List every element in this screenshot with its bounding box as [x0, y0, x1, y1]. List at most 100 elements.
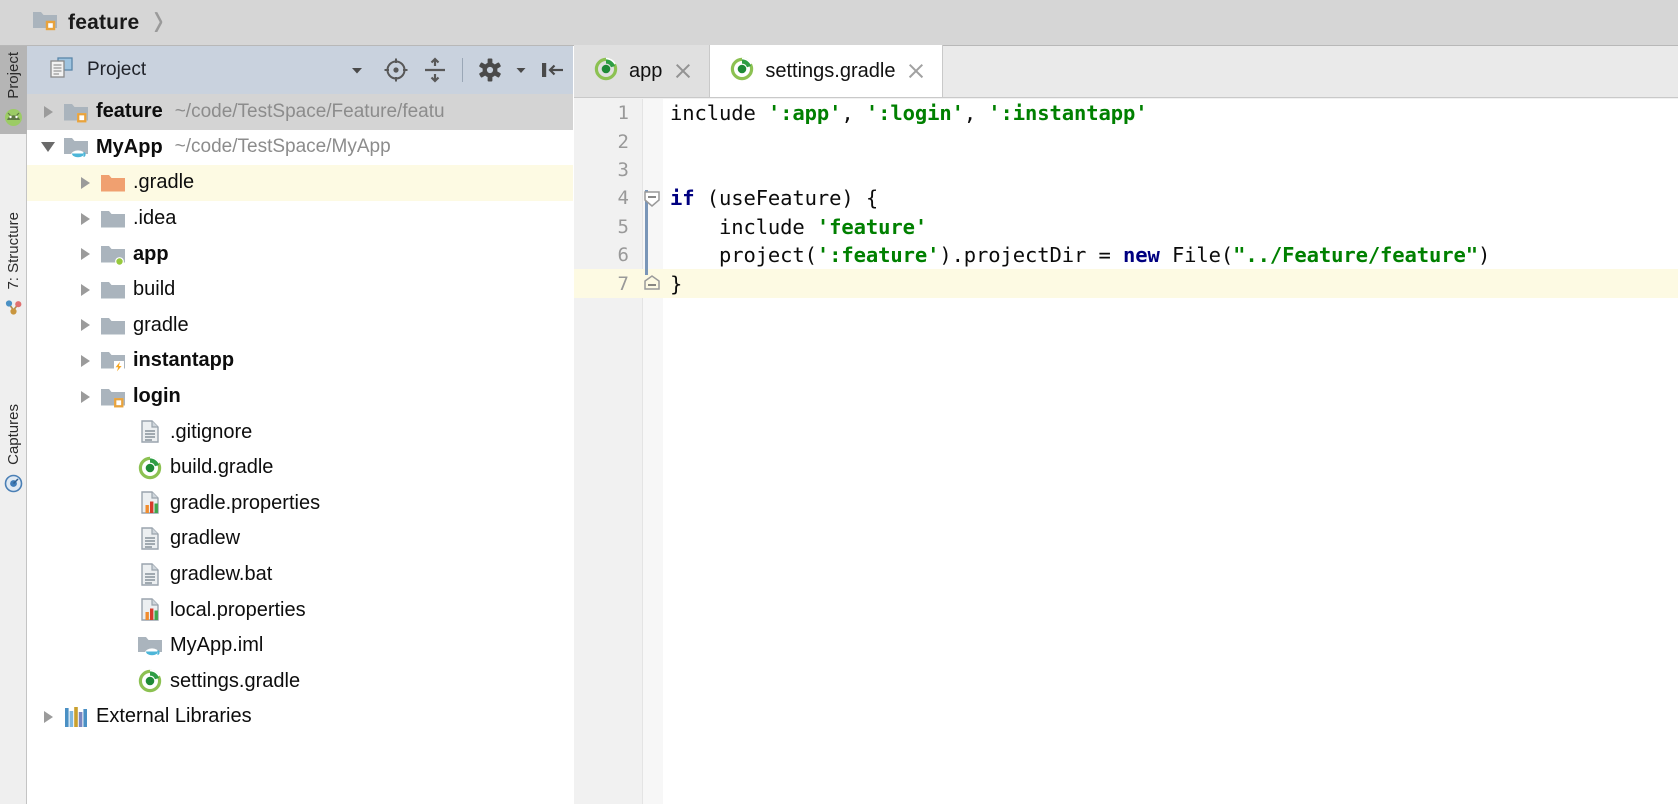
text-file-icon: [135, 420, 165, 444]
tree-expand-toggle[interactable]: [35, 105, 61, 118]
gray-folder-icon: [98, 278, 128, 301]
chevron-down-small-icon[interactable]: [514, 55, 528, 85]
sidebar-item-captures-label: Captures: [5, 404, 22, 465]
line-number: 4: [617, 187, 629, 210]
tree-row[interactable]: gradlew.bat: [27, 557, 573, 593]
fold-collapse-marker[interactable]: [641, 187, 663, 209]
tree-row[interactable]: feature ~/code/TestSpace/Feature/featu: [27, 94, 573, 130]
code-line: 7}: [574, 269, 1678, 298]
tree-row-label: build.gradle: [170, 456, 274, 479]
tree-expand-toggle[interactable]: [72, 176, 98, 189]
ide-window: feature › Project 7: Structure Captures …: [0, 0, 1678, 804]
hide-left-icon[interactable]: [537, 55, 567, 85]
project-panel-title: Project: [87, 59, 147, 80]
editor-tab-label: app: [629, 59, 663, 82]
line-number: 3: [617, 158, 629, 181]
tree-row[interactable]: External Libraries: [27, 699, 573, 735]
sidebar-item-captures[interactable]: Captures: [0, 398, 27, 500]
line-code: }: [670, 271, 683, 296]
tree-row[interactable]: build: [27, 272, 573, 308]
tree-expand-toggle[interactable]: [72, 248, 98, 261]
gradle-file-icon: [730, 57, 754, 86]
tree-row-label: gradle: [133, 313, 189, 336]
module-folder-icon: [61, 100, 91, 124]
tree-row-label: External Libraries: [96, 705, 252, 728]
chevron-right-icon: [80, 212, 90, 225]
tree-row[interactable]: gradle.properties: [27, 486, 573, 522]
tree-row[interactable]: login: [27, 379, 573, 415]
chevron-down-icon: [41, 142, 55, 153]
tree-row[interactable]: app: [27, 236, 573, 272]
tree-expand-toggle[interactable]: [72, 354, 98, 367]
tree-row[interactable]: settings.gradle: [27, 664, 573, 700]
tree-row[interactable]: instantapp: [27, 343, 573, 379]
tree-row-label: .gradle: [133, 171, 195, 194]
tree-row[interactable]: MyApp ~/code/TestSpace/MyApp: [27, 130, 573, 166]
chevron-right-icon: [43, 710, 53, 723]
tree-row[interactable]: local.properties: [27, 592, 573, 628]
close-icon[interactable]: [906, 61, 926, 81]
tree-row-label: gradle.properties: [170, 491, 321, 514]
breadcrumb-item-feature[interactable]: feature ›: [0, 0, 163, 46]
editor-tab[interactable]: settings.gradle: [710, 45, 944, 97]
properties-file-icon: [135, 491, 165, 515]
close-icon[interactable]: [673, 61, 693, 81]
tree-row[interactable]: gradlew: [27, 521, 573, 557]
editor-tab-bar: app settings.gradle: [574, 45, 1678, 98]
module-folder-icon: [98, 385, 128, 409]
gear-icon[interactable]: [475, 55, 505, 85]
sidebar-item-project[interactable]: Project: [0, 46, 27, 134]
tree-row-label: gradlew: [170, 527, 241, 550]
tree-row[interactable]: gradle: [27, 308, 573, 344]
iml-file-icon: [135, 634, 165, 658]
chevron-right-icon: [80, 354, 90, 367]
android-studio-icon: [4, 108, 23, 132]
instantapp-folder-icon: [98, 348, 128, 373]
code-line: 4 if (useFeature) {: [574, 184, 1678, 212]
gradle-file-icon: [594, 57, 618, 86]
project-tree[interactable]: feature ~/code/TestSpace/Feature/featu MyA…: [27, 94, 573, 804]
tree-expand-toggle[interactable]: [35, 142, 61, 153]
line-number: 2: [617, 130, 629, 153]
project-panel-header: Project: [27, 46, 573, 94]
sidebar-item-project-label: Project: [5, 52, 22, 99]
tree-row[interactable]: MyApp.iml: [27, 628, 573, 664]
project-view-icon: [49, 56, 74, 84]
editor-area: app settings.gradle 1 include ':app', ':lo…: [574, 45, 1678, 804]
fold-end-marker[interactable]: [641, 273, 663, 295]
tree-expand-toggle[interactable]: [72, 319, 98, 332]
tree-row-label: MyApp.iml: [170, 634, 264, 657]
tree-expand-toggle[interactable]: [72, 283, 98, 296]
line-code: if (useFeature) {: [670, 186, 879, 211]
tree-row[interactable]: build.gradle: [27, 450, 573, 486]
chevron-down-icon[interactable]: [342, 55, 372, 85]
tree-expand-toggle[interactable]: [35, 710, 61, 723]
tree-row-label: build: [133, 278, 176, 301]
module-folder-icon: [32, 9, 58, 36]
chevron-right-icon: [80, 283, 90, 296]
breadcrumb-separator: ›: [153, 0, 164, 48]
gradle-file-icon: [135, 669, 165, 693]
tree-row-label: instantapp: [133, 349, 235, 372]
code-line: 6 project(':feature').projectDir = new F…: [574, 241, 1678, 269]
code-line: 3: [574, 156, 1678, 184]
target-icon[interactable]: [381, 55, 411, 85]
tree-row[interactable]: .idea: [27, 201, 573, 237]
java-module-folder-icon: [61, 135, 91, 160]
orange-folder-icon: [98, 171, 128, 194]
project-panel-toolbar: [342, 46, 567, 94]
tree-row-label: MyApp: [96, 135, 163, 158]
tree-expand-toggle[interactable]: [72, 212, 98, 225]
code-editor[interactable]: 1 include ':app', ':login', ':instantapp'…: [574, 99, 1678, 804]
libraries-icon: [61, 705, 91, 729]
tree-row-label: settings.gradle: [170, 669, 301, 692]
toolbar-divider: [462, 58, 463, 82]
tree-row[interactable]: .gitignore: [27, 414, 573, 450]
chevron-right-icon: [80, 319, 90, 332]
tree-expand-toggle[interactable]: [72, 390, 98, 403]
editor-tab[interactable]: app: [574, 45, 711, 97]
collapse-all-icon[interactable]: [420, 55, 450, 85]
sidebar-item-structure[interactable]: 7: Structure: [0, 206, 27, 325]
tree-row[interactable]: .gradle: [27, 165, 573, 201]
tree-row-label: gradlew.bat: [170, 563, 273, 586]
